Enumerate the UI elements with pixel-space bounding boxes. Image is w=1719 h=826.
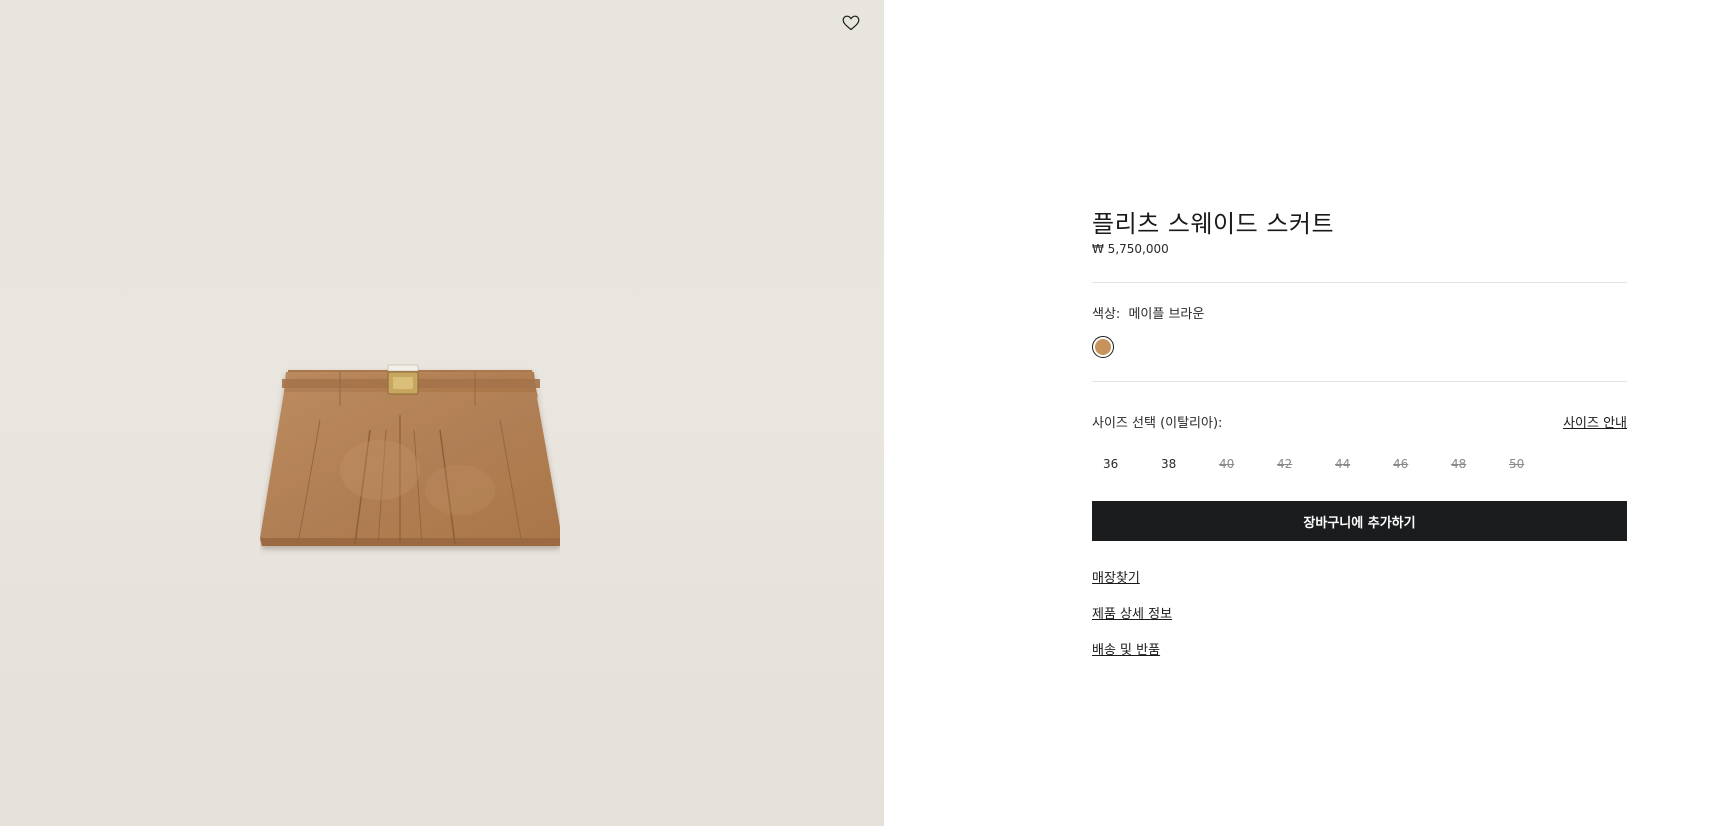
- heart-outline-icon: [842, 15, 860, 31]
- product-image-panel: [0, 0, 884, 826]
- size-option-36[interactable]: 36: [1092, 457, 1150, 471]
- shipping-returns-link[interactable]: 배송 및 반품: [1092, 639, 1160, 658]
- divider: [1092, 282, 1627, 283]
- product-details-link[interactable]: 제품 상세 정보: [1092, 603, 1172, 622]
- product-price: ₩ 5,750,000: [1092, 242, 1169, 256]
- color-row: 색상: 메이플 브라운: [1092, 303, 1204, 322]
- add-to-cart-button[interactable]: 장바구니에 추가하기: [1092, 501, 1627, 541]
- size-option-42[interactable]: 42: [1266, 457, 1324, 471]
- size-guide-link[interactable]: 사이즈 안내: [1563, 412, 1627, 431]
- size-option-40[interactable]: 40: [1208, 457, 1266, 471]
- product-page: 플리츠 스웨이드 스커트 ₩ 5,750,000 색상: 메이플 브라운 사이즈…: [0, 0, 1719, 826]
- size-option-38[interactable]: 38: [1150, 457, 1208, 471]
- size-label: 사이즈 선택 (이탈리아):: [1092, 416, 1223, 431]
- product-title: 플리츠 스웨이드 스커트: [1092, 210, 1335, 238]
- divider: [1092, 381, 1627, 382]
- size-options: 36 38 40 42 44 46 48 50: [1092, 457, 1556, 471]
- color-value: 메이플 브라운: [1128, 307, 1205, 322]
- product-image[interactable]: [260, 360, 560, 560]
- color-swatch-maple-brown[interactable]: [1092, 336, 1114, 358]
- size-option-48[interactable]: 48: [1440, 457, 1498, 471]
- wishlist-button[interactable]: [840, 12, 862, 34]
- size-option-50[interactable]: 50: [1498, 457, 1556, 471]
- product-info-panel: 플리츠 스웨이드 스커트 ₩ 5,750,000 색상: 메이플 브라운 사이즈…: [1092, 0, 1627, 826]
- size-option-46[interactable]: 46: [1382, 457, 1440, 471]
- store-finder-link[interactable]: 매장찾기: [1092, 567, 1140, 586]
- color-label: 색상:: [1092, 307, 1121, 322]
- size-option-44[interactable]: 44: [1324, 457, 1382, 471]
- color-swatch-dot: [1095, 339, 1111, 355]
